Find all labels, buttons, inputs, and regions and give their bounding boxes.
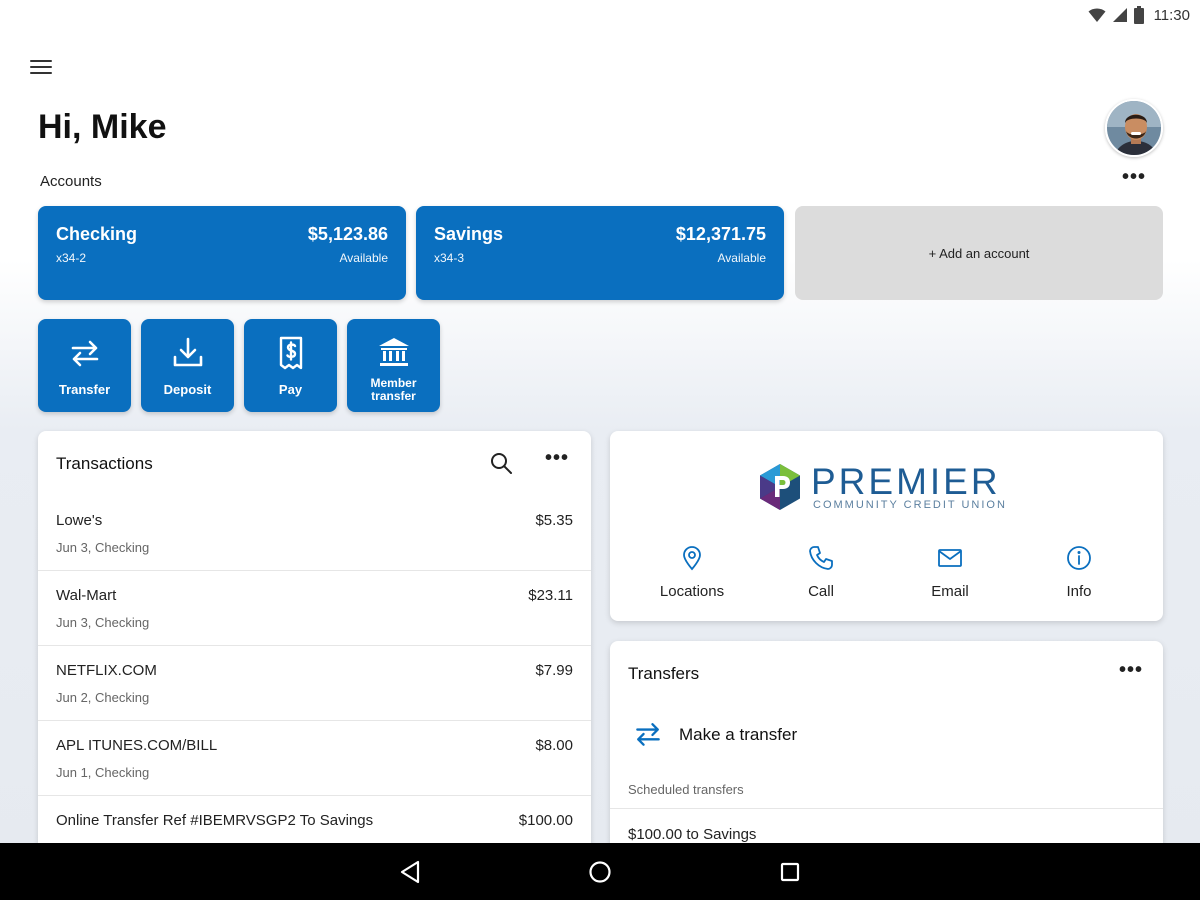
tx-amount: $23.11 [528,587,573,604]
call-button[interactable]: Call [761,545,881,600]
transfers-title: Transfers [628,664,700,683]
account-name: Savings [434,224,504,244]
info-button[interactable]: Info [1019,545,1139,600]
recents-icon[interactable] [773,855,807,889]
status-time: 11:30 [1153,6,1190,24]
info-icon [1067,546,1091,570]
pay-button[interactable]: Pay [244,319,337,412]
transfer-icon [71,340,98,367]
tx-merchant: Online Transfer Ref #IBEMRVSGP2 To Savin… [56,812,374,829]
member-transfer-button[interactable]: Member transfer [347,319,440,412]
table-row[interactable]: NETFLIX.COM Jun 2, Checking $7.99 [38,646,591,721]
system-nav-bar [0,843,1200,900]
tx-merchant: Wal-Mart [56,587,117,604]
account-name: Checking [56,224,138,244]
action-label: Member transfer [370,376,417,403]
action-label: Pay [278,382,303,397]
tx-merchant: NETFLIX.COM [56,662,157,679]
deposit-icon [173,337,202,367]
accounts-label: Accounts [40,173,102,190]
email-button[interactable]: Email [890,545,1010,600]
tx-amount: $7.99 [535,662,573,679]
action-label: Transfer [58,382,111,397]
contact-label: Info [1066,583,1092,600]
locations-button[interactable]: Locations [632,545,752,600]
home-icon[interactable] [583,855,617,889]
transfer-button[interactable]: Transfer [38,319,131,412]
location-pin-icon [683,546,701,571]
transactions-card: Transactions ••• Lowe's Jun 3, Checking … [38,431,591,871]
transactions-title: Transactions [56,454,153,473]
account-balance-label: Available [339,251,388,265]
bank-icon [378,338,409,366]
table-row[interactable]: Wal-Mart Jun 3, Checking $23.11 [38,571,591,646]
tx-meta: Jun 3, Checking [56,615,150,630]
cellular-signal-icon [1112,8,1127,22]
tx-amount: $100.00 [518,812,573,829]
phone-icon [809,546,833,570]
avatar[interactable] [1105,99,1163,157]
transfer-icon [636,723,660,746]
wifi-icon [1088,8,1106,22]
make-transfer-button[interactable]: Make a transfer [628,715,888,755]
add-account-button[interactable]: + Add an account [795,206,1163,300]
back-icon[interactable] [393,855,427,889]
contact-label: Locations [659,583,725,600]
accounts-more-icon[interactable]: ••• [1122,167,1146,187]
status-icons: 11:30 [1088,6,1190,24]
account-balance: $5,123.86 [307,224,388,244]
tx-meta: Jun 1, Checking [56,765,150,780]
tx-meta: Jun 3, Checking [56,540,150,555]
credit-union-name: PREMIER [811,461,1001,502]
tx-amount: $8.00 [535,737,573,754]
table-row[interactable]: Lowe's Jun 3, Checking $5.35 [38,496,591,571]
transfers-card: Transfers ••• Make a transfer Scheduled … [610,641,1163,871]
credit-union-subname: COMMUNITY CREDIT UNION [813,499,1007,511]
battery-icon [1133,6,1144,24]
make-transfer-label: Make a transfer [679,725,798,744]
scheduled-transfer-item[interactable]: $100.00 to Savings [628,826,756,843]
action-label: Deposit [163,382,212,397]
divider [610,808,1163,809]
account-number: x34-2 [56,251,87,265]
account-balance: $12,371.75 [675,224,766,244]
account-card-checking[interactable]: Checking x34-2 $5,123.86 Available [38,206,406,300]
tx-meta: Jun 2, Checking [56,690,150,705]
search-icon[interactable] [489,451,513,475]
status-bar: 11:30 [0,0,1200,32]
tx-merchant: Lowe's [56,512,103,529]
account-card-savings[interactable]: Savings x34-3 $12,371.75 Available [416,206,784,300]
contact-label: Call [808,583,834,600]
premier-logo-icon [760,464,800,510]
pay-icon [279,336,302,370]
menu-icon[interactable] [30,56,56,78]
scheduled-transfers-label: Scheduled transfers [628,782,744,797]
table-row[interactable]: APL ITUNES.COM/BILL Jun 1, Checking $8.0… [38,721,591,796]
email-icon [938,549,962,567]
contact-label: Email [931,583,969,600]
deposit-button[interactable]: Deposit [141,319,234,412]
account-balance-label: Available [717,251,766,265]
tx-amount: $5.35 [535,512,573,529]
greeting: Hi, Mike [38,108,167,146]
transfers-more-icon[interactable]: ••• [1119,660,1143,680]
account-number: x34-3 [434,251,465,265]
transactions-more-icon[interactable]: ••• [545,448,569,468]
tx-merchant: APL ITUNES.COM/BILL [56,737,218,754]
